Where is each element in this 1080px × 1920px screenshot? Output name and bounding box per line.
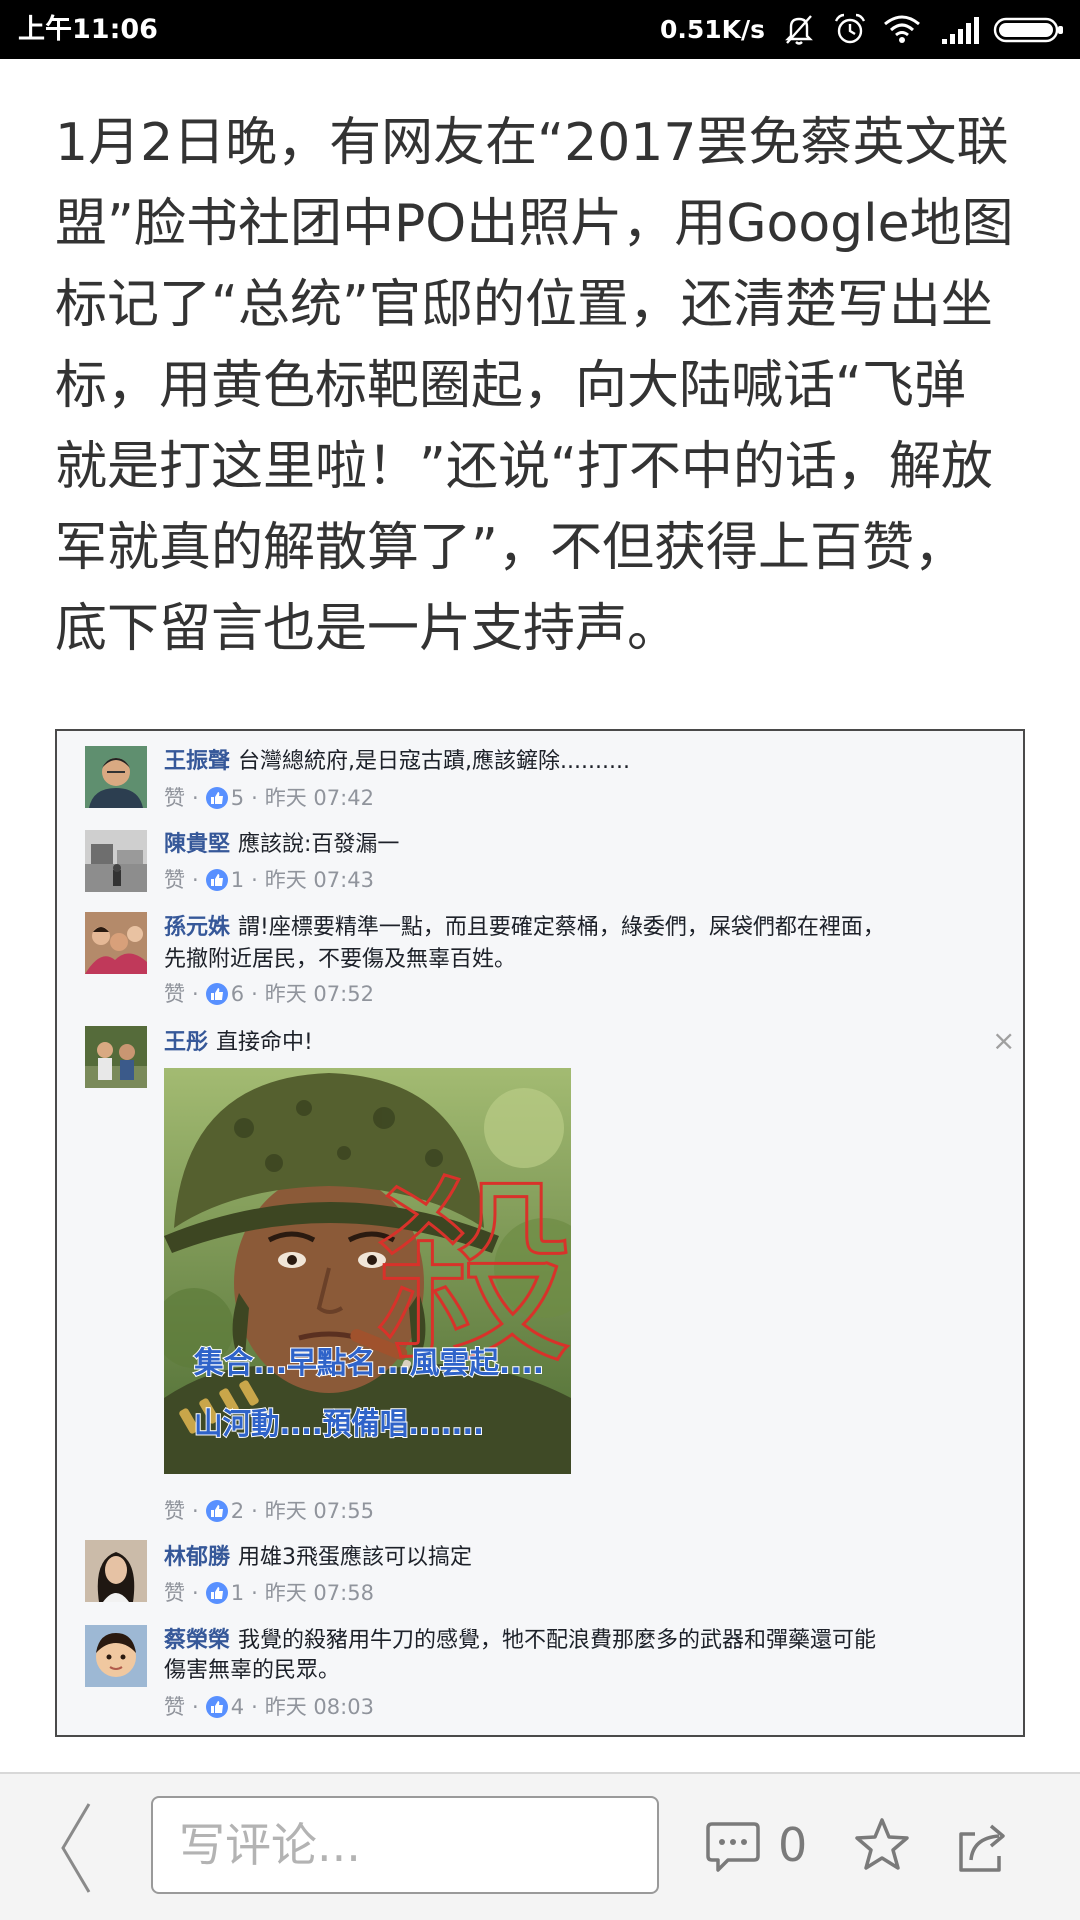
- article-line: 盟”脸书社团中PO出照片，用Google地图: [55, 194, 1014, 254]
- comment-text-continued: 傷害無辜的民眾。: [164, 1658, 341, 1683]
- like-link[interactable]: 赞: [164, 1695, 185, 1719]
- comment-icon[interactable]: [704, 1818, 762, 1876]
- separator: ·: [192, 868, 199, 892]
- thumbs-up-icon: [205, 1696, 228, 1718]
- comment-time: 昨天 07:42: [264, 786, 374, 810]
- mute-icon: [785, 15, 813, 45]
- like-link[interactable]: 赞: [164, 982, 185, 1006]
- separator: ·: [251, 1499, 258, 1523]
- comment-input[interactable]: [151, 1796, 659, 1894]
- bottom-comment-bar: 0: [0, 1772, 1080, 1920]
- comment-body: 應該說:百發漏一: [238, 832, 400, 857]
- like-count: 6: [230, 982, 245, 1006]
- network-speed: 0.51K/s: [660, 15, 766, 44]
- comment-time: 昨天 08:03: [264, 1695, 374, 1719]
- comment-author[interactable]: 王振聲: [164, 749, 230, 774]
- separator: ·: [192, 982, 199, 1006]
- avatar: [85, 746, 147, 808]
- wifi-icon: [884, 15, 920, 43]
- thumbs-up-icon: [205, 787, 228, 809]
- like-count: 1: [230, 868, 245, 892]
- comment-text: 陳貴堅 應該說:百發漏一: [164, 831, 399, 859]
- avatar: [85, 912, 147, 974]
- article-line: 标记了“总统”官邸的位置，还清楚写出坐: [55, 275, 993, 335]
- separator: ·: [251, 1581, 258, 1605]
- comment-text: 王振聲 台灣總統府,是日寇古蹟,應該鏟除..........: [164, 748, 630, 776]
- star-icon[interactable]: [853, 1816, 911, 1874]
- battery-icon: [993, 17, 1063, 43]
- like-count: 5: [230, 786, 245, 810]
- article-line: 底下留言也是一片支持声。: [55, 599, 680, 659]
- comment-body: 直接命中!: [216, 1030, 313, 1055]
- comment-author[interactable]: 孫元姝: [164, 915, 230, 940]
- comment-meta: 赞 · 6 · 昨天 07:52: [164, 980, 374, 1008]
- like-count: 4: [230, 1695, 245, 1719]
- like-link[interactable]: 赞: [164, 868, 185, 892]
- comment-author[interactable]: 蔡榮榮: [164, 1628, 230, 1653]
- chevron-left-icon[interactable]: [55, 1800, 95, 1896]
- comment-text: 蔡榮榮 我覺的殺豬用牛刀的感覺，牠不配浪費那麼多的武器和彈藥還可能: [164, 1627, 876, 1655]
- comment-meta: 赞 · 2 · 昨天 07:55: [164, 1497, 374, 1525]
- close-icon[interactable]: ×: [992, 1027, 1015, 1055]
- comment-author[interactable]: 王彤: [164, 1030, 208, 1055]
- comment-time: 昨天 07:55: [264, 1499, 374, 1523]
- article-line: 标，用黄色标靶圈起，向大陆喊话“飞弹: [55, 356, 966, 416]
- comment-body: 台灣總統府,是日寇古蹟,應該鏟除..........: [238, 749, 630, 774]
- comment-text-continued: 先撤附近居民，不要傷及無辜百姓。: [164, 947, 517, 972]
- comment-time: 昨天 07:58: [264, 1581, 374, 1605]
- comment-author[interactable]: 林郁勝: [164, 1545, 230, 1570]
- article-paragraph: 1月2日晚，有网友在“2017罢免蔡英文联 盟”脸书社团中PO出照片，用Goog…: [55, 103, 1065, 670]
- separator: ·: [251, 982, 258, 1006]
- like-count: 2: [230, 1499, 245, 1523]
- comment-meta: 赞 · 5 · 昨天 07:42: [164, 784, 374, 812]
- article-line: 1月2日晚，有网友在“2017罢免蔡英文联: [55, 113, 1009, 173]
- comment-text: 王彤 直接命中!: [164, 1029, 313, 1057]
- separator: ·: [251, 1695, 258, 1719]
- comment-text: 孫元姝 謂!座標要精準一點，而且要確定蔡桶，綠委們，屎袋們都在裡面，: [164, 914, 885, 942]
- comment-meta: 赞 · 4 · 昨天 08:03: [164, 1693, 374, 1721]
- avatar: [85, 1026, 147, 1088]
- separator: ·: [251, 786, 258, 810]
- separator: ·: [192, 1581, 199, 1605]
- thumbs-up-icon: [205, 1582, 228, 1604]
- status-time: 上午11:06: [18, 14, 158, 45]
- separator: ·: [192, 1695, 199, 1719]
- comment-author[interactable]: 陳貴堅: [164, 832, 230, 857]
- comment-time: 昨天 07:52: [264, 982, 374, 1006]
- embedded-comments-screenshot[interactable]: 王振聲 台灣總統府,是日寇古蹟,應該鏟除.......... 赞 · 5 · 昨天 07:…: [55, 729, 1025, 1737]
- meme-caption: 山河動....預備唱.......: [194, 1407, 484, 1442]
- alarm-icon: [834, 13, 866, 44]
- avatar: [85, 1540, 147, 1602]
- comment-meta: 赞 · 1 · 昨天 07:58: [164, 1579, 374, 1607]
- separator: ·: [251, 868, 258, 892]
- comment-text: 林郁勝 用雄3飛蛋應該可以搞定: [164, 1544, 472, 1572]
- thumbs-up-icon: [205, 983, 228, 1005]
- like-count: 1: [230, 1581, 245, 1605]
- meme-caption: 集合...早點名...風雲起....: [193, 1346, 544, 1381]
- comment-body: 我覺的殺豬用牛刀的感覺，牠不配浪費那麼多的武器和彈藥還可能: [238, 1628, 877, 1653]
- comment-meta: 赞 · 1 · 昨天 07:43: [164, 866, 374, 894]
- separator: ·: [192, 786, 199, 810]
- status-bar: 上午11:06 0.51K/s: [0, 0, 1080, 59]
- thumbs-up-icon: [205, 869, 228, 891]
- avatar: [85, 830, 147, 892]
- comment-count[interactable]: 0: [778, 1796, 807, 1894]
- comment-body: 用雄3飛蛋應該可以搞定: [238, 1545, 473, 1570]
- comment-time: 昨天 07:43: [264, 868, 374, 892]
- meme-image: 殺 集合...早點名...風雲起.... 山河動....預備唱.......: [164, 1068, 571, 1474]
- comment-body: 謂!座標要精準一點，而且要確定蔡桶，綠委們，屎袋們都在裡面，: [238, 915, 885, 940]
- thumbs-up-icon: [205, 1500, 228, 1522]
- separator: ·: [192, 1499, 199, 1523]
- like-link[interactable]: 赞: [164, 1581, 185, 1605]
- signal-icon: [942, 17, 979, 44]
- like-link[interactable]: 赞: [164, 1499, 185, 1523]
- avatar: [85, 1625, 147, 1687]
- article-line: 军就真的解散算了”，不但获得上百赞，: [55, 518, 966, 578]
- like-link[interactable]: 赞: [164, 786, 185, 810]
- share-icon[interactable]: [953, 1816, 1013, 1876]
- article-line: 就是打这里啦！”还说“打不中的话，解放: [55, 437, 993, 497]
